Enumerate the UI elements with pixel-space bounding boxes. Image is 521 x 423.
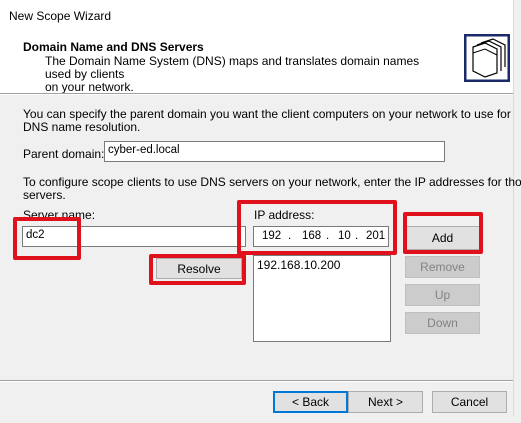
parent-domain-label: Parent domain: <box>23 147 105 161</box>
remove-button[interactable]: Remove <box>405 256 480 278</box>
configure-line1: To configure scope clients to use DNS se… <box>23 175 521 189</box>
next-button[interactable]: Next > <box>348 391 423 413</box>
window-title: New Scope Wizard <box>9 9 112 23</box>
configure-line2: servers. <box>23 188 66 202</box>
window-frame-right <box>513 0 521 423</box>
title-bar: New Scope Wizard <box>0 0 521 30</box>
page-title: Domain Name and DNS Servers <box>23 40 204 54</box>
up-button[interactable]: Up <box>405 284 480 306</box>
folders-wizard-icon <box>463 33 511 83</box>
back-button[interactable]: < Back <box>273 391 348 413</box>
highlight-resolve <box>149 254 246 285</box>
dns-server-list[interactable]: 192.168.10.200 <box>253 255 391 342</box>
cancel-button[interactable]: Cancel <box>432 391 507 413</box>
intro-line2: DNS name resolution. <box>23 120 141 134</box>
window-frame-bottom <box>0 416 521 423</box>
page-description: The Domain Name System (DNS) maps and tr… <box>45 55 445 94</box>
down-button[interactable]: Down <box>405 312 480 334</box>
list-item[interactable]: 192.168.10.200 <box>254 256 390 275</box>
highlight-add <box>403 212 483 254</box>
highlight-ip-address <box>237 200 397 255</box>
page-description-line1: The Domain Name System (DNS) maps and tr… <box>45 54 420 81</box>
parent-domain-input[interactable]: cyber-ed.local <box>104 141 445 162</box>
parent-domain-value: cyber-ed.local <box>108 144 180 156</box>
highlight-server-name <box>13 217 81 260</box>
